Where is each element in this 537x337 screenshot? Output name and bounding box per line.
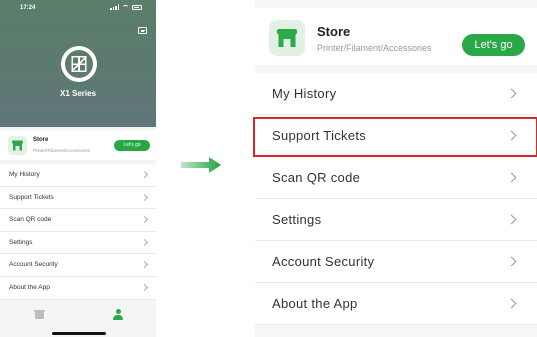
menu-item-scan-qr-code[interactable]: Scan QR code	[0, 209, 156, 232]
menu-item-label: My History	[9, 171, 40, 178]
store-subtitle: Printer/Filament/Accessories	[33, 148, 91, 153]
status-icons	[110, 4, 142, 10]
menu-item-label: Support Tickets	[9, 193, 54, 201]
chevron-right-icon	[140, 238, 149, 246]
menu-item-about-the-app[interactable]: About the App	[255, 283, 537, 325]
chevron-right-icon	[506, 214, 517, 225]
menu-item-support-tickets[interactable]: Support Tickets	[0, 187, 156, 210]
menu-item-scan-qr-code[interactable]: Scan QR code	[255, 157, 537, 199]
store-card[interactable]: Store Printer/Filament/Accessories Let's…	[0, 130, 156, 160]
phone-screen: 17:24 X1 Series Store Printer/Filament/A…	[0, 0, 156, 337]
menu-item-label: Scan QR code	[272, 170, 361, 185]
menu-item-label: Settings	[272, 212, 322, 227]
store-card[interactable]: Store Printer/Filament/Accessories Let's…	[255, 8, 537, 65]
support-tickets-highlight	[253, 117, 537, 157]
store-title: Store	[317, 24, 351, 39]
storefront-icon	[8, 136, 27, 155]
menu-item-label: About the App	[272, 296, 358, 311]
menu-item-label: About the App	[9, 283, 50, 291]
profile-header: 17:24 X1 Series	[0, 0, 156, 127]
menu-list: My History Support Tickets Scan QR code …	[0, 164, 156, 300]
printer-series-label: X1 Series	[59, 89, 97, 98]
status-bar: 17:24	[0, 4, 156, 16]
status-time: 17:24	[20, 5, 36, 11]
chevron-right-icon	[506, 256, 517, 267]
chevron-right-icon	[140, 193, 149, 201]
menu-list: My History Support Tickets Scan QR code …	[255, 73, 537, 325]
storefront-icon	[269, 20, 305, 56]
menu-item-label: My History	[272, 86, 337, 101]
zoomed-panel: Store Printer/Filament/Accessories Let's…	[255, 0, 537, 337]
store-subtitle: Printer/Filament/Accessories	[317, 43, 432, 53]
printer-logo-icon	[65, 50, 93, 78]
lets-go-button[interactable]: Let's go	[114, 140, 150, 151]
battery-icon	[132, 4, 142, 10]
menu-item-settings[interactable]: Settings	[0, 232, 156, 255]
wifi-icon	[122, 4, 129, 10]
signal-icon	[110, 4, 119, 10]
menu-item-settings[interactable]: Settings	[255, 199, 537, 241]
menu-item-account-security[interactable]: Account Security	[255, 241, 537, 283]
profile-tab-icon[interactable]	[113, 309, 123, 321]
menu-item-account-security[interactable]: Account Security	[0, 254, 156, 277]
lets-go-button[interactable]: Let's go	[462, 34, 525, 56]
menu-item-label: Scan QR code	[9, 216, 52, 224]
chevron-right-icon	[506, 298, 517, 309]
chevron-right-icon	[506, 88, 517, 99]
chevron-right-icon	[140, 170, 149, 179]
menu-item-my-history[interactable]: My History	[255, 73, 537, 115]
devices-tab-icon[interactable]	[34, 310, 45, 319]
chevron-right-icon	[140, 216, 149, 224]
menu-item-about-the-app[interactable]: About the App	[0, 277, 156, 300]
message-icon[interactable]	[138, 27, 147, 34]
menu-item-label: Account Security	[9, 261, 58, 269]
menu-item-label: Account Security	[272, 254, 375, 269]
home-indicator	[52, 332, 106, 335]
chevron-right-icon	[140, 261, 149, 269]
menu-item-label: Settings	[9, 238, 33, 246]
store-title: Store	[33, 137, 49, 143]
menu-item-my-history[interactable]: My History	[0, 164, 156, 187]
chevron-right-icon	[506, 172, 517, 183]
arrow-right-icon	[181, 157, 221, 173]
chevron-right-icon	[140, 283, 149, 292]
printer-logo	[61, 46, 97, 82]
